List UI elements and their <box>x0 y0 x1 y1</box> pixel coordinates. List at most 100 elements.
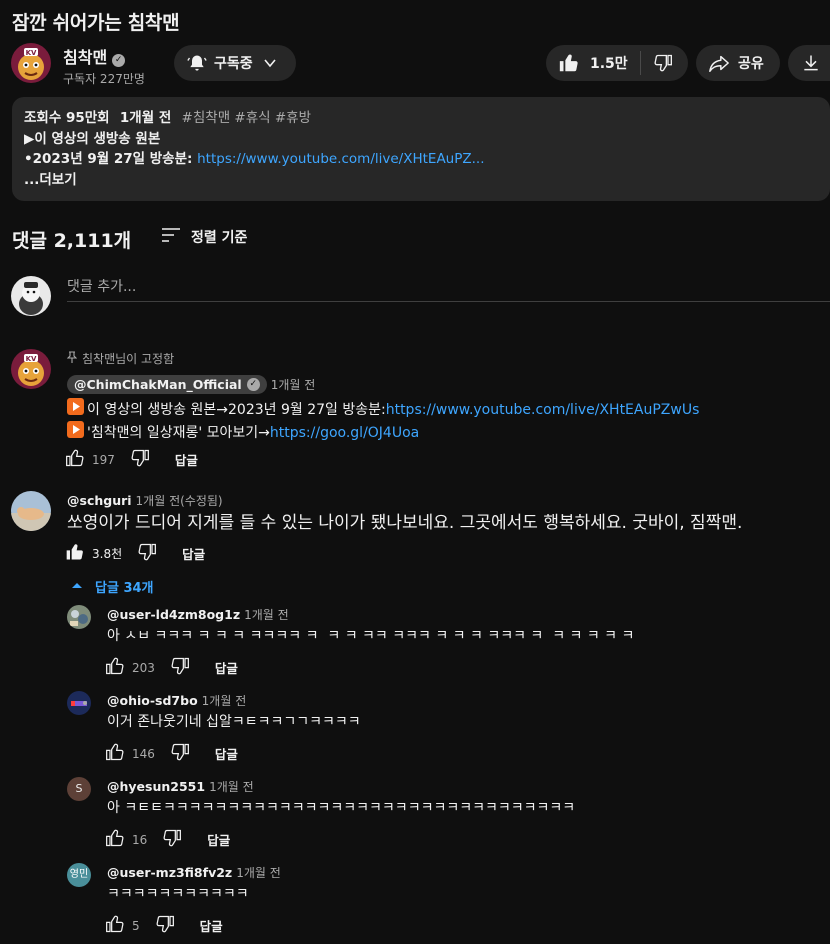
description-link[interactable]: https://www.youtube.com/live/XHtEAuPZ... <box>197 151 484 167</box>
sort-icon <box>160 226 182 248</box>
svg-text:KV: KV <box>26 49 37 57</box>
like-count: 16 <box>132 832 148 847</box>
reply-author[interactable]: @user-mz3fi8fv2z <box>107 865 232 880</box>
reply-time[interactable]: 1개월 전 <box>202 692 247 709</box>
comment-header: @ChimChakMan_Official ✓ 1개월 전 <box>67 375 315 394</box>
comment-actions: 3.8천 답글 <box>64 542 205 565</box>
reply-text: ㅋㅋㅋㅋㅋㅋㅋㅋㅋㅋㅋ <box>107 886 249 902</box>
channel-info: 침착맨 ✓ 구독자 227만명 <box>63 44 145 87</box>
like-comment-button[interactable] <box>104 742 126 765</box>
dislike-comment-button[interactable] <box>169 656 191 679</box>
comment-time[interactable]: 1개월 전(수정됨) <box>136 492 223 509</box>
pin-icon <box>66 351 78 366</box>
bell-icon <box>187 53 207 73</box>
dislike-comment-button[interactable] <box>136 542 158 565</box>
reply-button[interactable]: 답글 <box>200 916 223 935</box>
reply-time[interactable]: 1개월 전 <box>244 606 289 623</box>
sort-label: 정렬 기준 <box>191 230 248 246</box>
like-count: 203 <box>132 660 155 675</box>
reply-actions: 146 답글 <box>104 742 238 765</box>
reply-avatar[interactable]: 영민 <box>67 863 91 887</box>
chevron-down-icon <box>263 56 277 70</box>
like-count: 197 <box>92 452 115 467</box>
reply-button[interactable]: 답글 <box>182 544 205 563</box>
like-count: 1.5만 <box>590 56 628 72</box>
subscribe-button[interactable]: 구독중 <box>174 45 296 81</box>
like-comment-button[interactable] <box>104 656 126 679</box>
reply-author[interactable]: @user-ld4zm8og1z <box>107 607 240 622</box>
show-more-button[interactable]: ...더보기 <box>24 170 818 191</box>
description-line: ▶이 영상의 생방송 원본 <box>24 130 161 147</box>
like-count: 3.8천 <box>92 547 123 561</box>
chevron-up-icon <box>71 579 83 594</box>
like-button[interactable]: 1.5만 <box>546 51 641 75</box>
like-comment-button[interactable] <box>64 542 86 565</box>
replies-toggle[interactable]: 답글 34개 <box>71 577 154 596</box>
comment-avatar[interactable]: KV <box>11 349 51 389</box>
share-label: 공유 <box>738 56 764 72</box>
thumbs-down-icon <box>653 53 673 73</box>
reply-button[interactable]: 답글 <box>175 450 198 469</box>
view-count: 조회수 95만회 <box>24 110 110 126</box>
comment-avatar[interactable] <box>11 491 51 531</box>
reply-button[interactable]: 답글 <box>215 744 238 763</box>
play-icon <box>67 421 84 444</box>
reply-avatar[interactable] <box>67 691 91 715</box>
share-icon <box>708 52 730 74</box>
comment-actions: 197 답글 <box>64 448 198 471</box>
like-comment-button[interactable] <box>104 828 126 851</box>
comment-link[interactable]: https://www.youtube.com/live/XHtEAuPZwUs <box>386 400 700 420</box>
dislike-comment-button[interactable] <box>161 828 183 851</box>
download-button[interactable] <box>788 45 830 81</box>
comment-link[interactable]: https://goo.gl/OJ4Uoa <box>270 423 419 443</box>
reply-button[interactable]: 답글 <box>215 658 238 677</box>
share-button[interactable]: 공유 <box>696 45 780 81</box>
like-count: 146 <box>132 746 155 761</box>
reply-text: 아 ㅋㅌㅌㅋㅋㅋㅋㅋㅋㅋㅋㅋㅋㅋㅋㅋㅋㅋㅋㅋㅋㅋㅋㅋㅋㅋㅋㅋㅋㅋㅋㅋㅋㅋㅋ <box>107 800 576 816</box>
comment-time[interactable]: 1개월 전 <box>271 376 316 393</box>
description-box[interactable]: 조회수 95만회 1개월 전 #침착맨 #휴식 #휴방 ▶이 영상의 생방송 원… <box>12 97 830 201</box>
owner-author-tag[interactable]: @ChimChakMan_Official ✓ <box>67 375 267 394</box>
reply-header: @user-ld4zm8og1z 1개월 전 <box>107 606 289 623</box>
reply-actions: 5 답글 <box>104 914 223 937</box>
reply-time[interactable]: 1개월 전 <box>209 778 254 795</box>
like-dislike-group: 1.5만 <box>546 45 688 81</box>
reply-author[interactable]: @ohio-sd7bo <box>107 693 198 708</box>
reply-header: @ohio-sd7bo 1개월 전 <box>107 692 246 709</box>
reply-header: @user-mz3fi8fv2z 1개월 전 <box>107 864 281 881</box>
dislike-comment-button[interactable] <box>129 448 151 471</box>
reply-actions: 203 답글 <box>104 656 238 679</box>
channel-name[interactable]: 침착맨 ✓ <box>63 44 145 68</box>
sort-button[interactable]: 정렬 기준 <box>160 226 247 248</box>
like-count: 5 <box>132 918 140 933</box>
dislike-comment-button[interactable] <box>154 914 176 937</box>
comment-input[interactable]: 댓글 추가... <box>67 276 830 302</box>
channel-avatar[interactable]: KV <box>11 43 51 83</box>
reply-actions: 16 답글 <box>104 828 230 851</box>
like-comment-button[interactable] <box>64 448 86 471</box>
svg-text:KV: KV <box>26 355 37 363</box>
pinned-label: 침착맨님이 고정함 <box>82 352 175 366</box>
comment-count: 댓글 2,111개 <box>12 230 132 252</box>
description-line: •2023년 9월 27일 방송분: <box>24 151 198 167</box>
hashtags[interactable]: #침착맨 #휴식 #휴방 <box>182 110 311 126</box>
reply-text: 이거 존나웃기네 십알ㅋㅌㅋㅋㄱㄱㅋㅋㅋㅋ <box>107 714 361 730</box>
dislike-comment-button[interactable] <box>169 742 191 765</box>
reply-button[interactable]: 답글 <box>207 830 230 849</box>
reply-avatar[interactable]: S <box>67 777 91 801</box>
comment-header: @schguri 1개월 전(수정됨) <box>67 492 223 509</box>
subscriber-count: 구독자 227만명 <box>63 72 145 86</box>
video-title: 잠깐 쉬어가는 침착맨 <box>12 12 180 34</box>
reply-author[interactable]: @hyesun2551 <box>107 779 205 794</box>
subscribe-label: 구독중 <box>214 56 253 72</box>
user-avatar[interactable] <box>11 276 51 316</box>
verified-icon: ✓ <box>112 54 126 67</box>
reply-header: @hyesun2551 1개월 전 <box>107 778 254 795</box>
verified-icon: ✓ <box>246 378 260 391</box>
reply-avatar[interactable] <box>67 605 91 629</box>
dislike-button[interactable] <box>641 53 673 73</box>
like-comment-button[interactable] <box>104 914 126 937</box>
upload-date: 1개월 전 <box>119 110 172 126</box>
reply-time[interactable]: 1개월 전 <box>236 864 281 881</box>
comment-author[interactable]: @schguri <box>67 493 132 508</box>
